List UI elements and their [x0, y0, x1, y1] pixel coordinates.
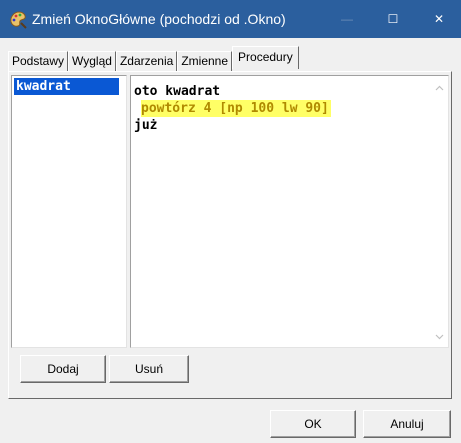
maximize-button[interactable]: ☐ — [370, 0, 416, 38]
code-line-highlighted: powtórz 4 [np 100 lw 90] — [141, 100, 331, 117]
procedure-list[interactable]: kwadrat — [11, 75, 127, 348]
vertical-scrollbar[interactable] — [431, 76, 448, 347]
window-title: Zmień OknoGłówne (pochodzi od .Okno) — [32, 11, 286, 27]
tab-strip: Podstawy Wygląd Zdarzenia Zmienne Proced… — [8, 46, 299, 71]
dialog-window: Zmień OknoGłówne (pochodzi od .Okno) — ☐… — [0, 0, 461, 443]
remove-button[interactable]: Usuń — [109, 355, 189, 383]
ok-button[interactable]: OK — [270, 410, 356, 438]
tab-zmienne[interactable]: Zmienne — [177, 51, 233, 71]
close-button[interactable]: ✕ — [416, 0, 461, 38]
minimize-button[interactable]: — — [324, 0, 370, 38]
code-line: oto kwadrat — [134, 84, 221, 99]
chevron-up-icon[interactable] — [431, 79, 448, 96]
tab-procedury[interactable]: Procedury — [232, 46, 299, 69]
title-bar[interactable]: Zmień OknoGłówne (pochodzi od .Okno) — ☐… — [0, 0, 461, 38]
tab-podstawy[interactable]: Podstawy — [8, 51, 69, 71]
tab-wyglad[interactable]: Wygląd — [68, 51, 116, 71]
chevron-down-icon[interactable] — [431, 328, 448, 345]
list-item-kwadrat[interactable]: kwadrat — [14, 78, 119, 95]
add-button[interactable]: Dodaj — [20, 355, 106, 383]
paint-palette-icon — [8, 9, 28, 29]
tab-zdarzenia[interactable]: Zdarzenia — [115, 51, 178, 71]
code-line: już — [134, 118, 158, 133]
cancel-button[interactable]: Anuluj — [363, 410, 451, 438]
code-editor[interactable]: oto kwadrat powtórz 4 [np 100 lw 90] już — [130, 75, 449, 348]
